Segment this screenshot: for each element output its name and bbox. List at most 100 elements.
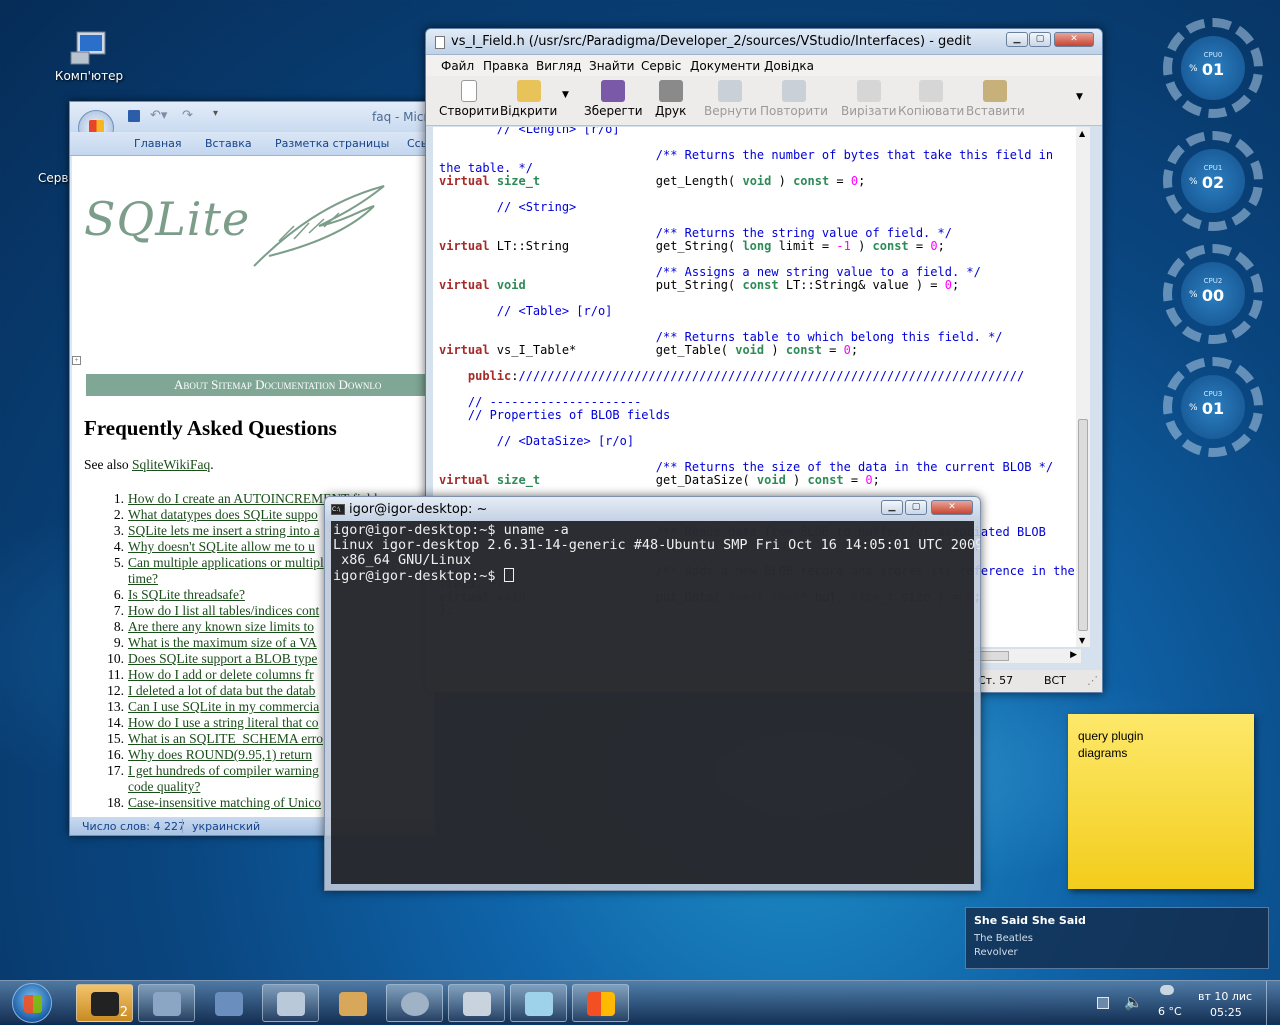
save-button[interactable]: Зберегти (584, 80, 643, 118)
undo-arrow-icon (718, 80, 743, 102)
taskbar-app-swirl[interactable] (262, 984, 319, 1022)
editor-vertical-scrollbar[interactable]: ▲ ▼ (1076, 127, 1090, 647)
scroll-right-icon[interactable]: ▶ (1070, 650, 1077, 660)
taskbar-terminal-group[interactable]: 2 (76, 984, 133, 1022)
taskbar-notepad[interactable] (510, 984, 567, 1022)
terminal-close-button[interactable]: ✕ (931, 500, 973, 515)
faq-link[interactable]: How do I use a string literal that co (128, 715, 318, 730)
faq-link[interactable]: I get hundreds of compiler warning (128, 763, 319, 778)
terminal-line: x86_64 GNU/Linux (333, 552, 472, 568)
faq-number: 8. (113, 619, 124, 634)
menu-documents[interactable]: Документи (690, 59, 760, 73)
terminal-screen[interactable]: igor@igor-desktop:~$ uname -a Linux igor-… (331, 521, 980, 884)
print-button[interactable]: Друк (655, 80, 686, 118)
faq-number: 16. (107, 747, 124, 762)
menu-file[interactable]: Файл (441, 59, 474, 73)
paste-label: Вставити (966, 104, 1025, 118)
server-desktop-label[interactable]: Серв (38, 171, 68, 185)
new-button[interactable]: Створити (439, 80, 499, 118)
scroll-down-icon[interactable]: ▼ (1079, 636, 1085, 645)
taskbar-paint[interactable] (324, 984, 381, 1022)
faq-link[interactable]: How do I list all tables/indices cont (128, 603, 319, 618)
minimize-button[interactable]: ▁ (1006, 32, 1028, 47)
scroll-thumb[interactable] (1078, 419, 1088, 631)
start-button[interactable] (12, 983, 52, 1023)
faq-link[interactable]: Is SQLite threadsafe? (128, 587, 245, 602)
cpu-meter-dial: CPU1% 02 (1181, 149, 1245, 213)
song-title: She Said She Said (974, 914, 1086, 927)
faq-link[interactable]: Case-insensitive matching of Unico (128, 795, 321, 810)
tab-page-layout[interactable]: Разметка страницы (275, 137, 389, 150)
menu-view[interactable]: Вигляд (536, 59, 582, 73)
volume-icon[interactable]: 🔈 (1124, 993, 1143, 1011)
faq-number: 7. (113, 603, 124, 618)
faq-link[interactable]: Does SQLite support a BLOB type (128, 651, 317, 666)
faq-link[interactable]: Are there any known size limits to (128, 619, 314, 634)
faq-link[interactable]: time? (128, 571, 158, 586)
computer-desktop-icon[interactable]: Комп'ютер (52, 30, 126, 83)
taskbar-media-player[interactable] (138, 984, 195, 1022)
faq-link[interactable]: Why does ROUND(9.95,1) return (128, 747, 312, 762)
word-title: faq - Micr (372, 110, 429, 124)
menu-help[interactable]: Довідка (764, 59, 814, 73)
sticky-note[interactable]: query plugin diagrams (1068, 714, 1254, 889)
paste-button[interactable]: Вставити (966, 80, 1025, 118)
redo-icon[interactable]: ↷ (182, 108, 193, 123)
save-icon[interactable] (128, 110, 140, 122)
taskbar-office[interactable] (572, 984, 629, 1022)
toolbar-overflow-icon[interactable]: ▼ (1076, 92, 1083, 102)
faq-link[interactable]: SQLite lets me insert a string into a (128, 523, 320, 538)
taskbar-browser[interactable] (386, 984, 443, 1022)
faq-link[interactable]: Can I use SQLite in my commercia (128, 699, 319, 714)
copy-button[interactable]: Копіювати (898, 80, 964, 118)
menu-search[interactable]: Знайти (589, 59, 634, 73)
insert-mode-indicator: ВСТ (1044, 674, 1066, 687)
faq-link[interactable]: code quality? (128, 779, 200, 794)
cpu-value: 00 (1201, 286, 1225, 305)
language-indicator[interactable]: украинский (192, 820, 260, 833)
faq-link[interactable]: What datatypes does SQLite suppo (128, 507, 318, 522)
maximize-button[interactable]: ▢ (1029, 32, 1051, 47)
close-button[interactable]: ✕ (1054, 32, 1094, 47)
now-playing-popup[interactable]: She Said She Said The Beatles Revolver (965, 907, 1269, 969)
resize-grip-icon[interactable]: ⋰ (1087, 674, 1098, 687)
nav-links[interactable]: About Sitemap Documentation Downlo (174, 377, 381, 392)
terminal-title: igor@igor-desktop: ~ (349, 502, 488, 517)
terminal-maximize-button[interactable]: ▢ (905, 500, 927, 515)
faq-link[interactable]: Why doesn't SQLite allow me to u (128, 539, 315, 554)
terminal-prompt: igor@igor-desktop:~$ (333, 568, 504, 584)
table-handle-icon[interactable]: + (72, 356, 81, 365)
sqlite-wiki-faq-link[interactable]: SqliteWikiFaq (132, 457, 210, 472)
scroll-up-icon[interactable]: ▲ (1079, 129, 1085, 138)
clock-date[interactable]: вт 10 лис (1198, 990, 1252, 1003)
open-recent-dropdown-icon[interactable]: ▼ (562, 90, 569, 100)
menu-tools[interactable]: Сервіс (641, 59, 681, 73)
open-button[interactable]: Відкрити (500, 80, 557, 118)
terminal-window[interactable]: C:\ igor@igor-desktop: ~ ▁ ▢ ✕ igor@igor… (324, 496, 981, 891)
redo-button[interactable]: Повторити (760, 80, 828, 118)
weather-icon[interactable] (1160, 985, 1174, 995)
tab-home[interactable]: Главная (134, 137, 182, 150)
faq-link[interactable]: What is an SQLITE_SCHEMA erro (128, 731, 323, 746)
faq-link[interactable]: How do I add or delete columns fr (128, 667, 314, 682)
cut-button[interactable]: Вирізати (841, 80, 897, 118)
tab-insert[interactable]: Вставка (205, 137, 252, 150)
faq-link[interactable]: What is the maximum size of a VA (128, 635, 317, 650)
terminal-minimize-button[interactable]: ▁ (881, 500, 903, 515)
menu-edit[interactable]: Правка (483, 59, 529, 73)
clock-time[interactable]: 05:25 (1210, 1006, 1242, 1019)
customize-qat-icon[interactable]: ▾ (213, 108, 218, 119)
show-desktop-button[interactable] (1266, 981, 1280, 1025)
undo-icon[interactable]: ↶▾ (150, 108, 167, 123)
faq-link[interactable]: I deleted a lot of data but the datab (128, 683, 315, 698)
word-count[interactable]: Число слов: 4 227 (82, 820, 185, 833)
network-icon[interactable] (1097, 997, 1109, 1009)
song-artist: The Beatles (974, 933, 1033, 944)
cpu-label: CPU3 (1203, 390, 1223, 398)
undo-button[interactable]: Вернути (704, 80, 757, 118)
faq-number: 9. (113, 635, 124, 650)
faq-link[interactable]: Can multiple applications or multipl (128, 555, 324, 570)
taskbar-word[interactable] (200, 984, 257, 1022)
faq-number: 11. (107, 667, 124, 682)
taskbar-explorer[interactable] (448, 984, 505, 1022)
